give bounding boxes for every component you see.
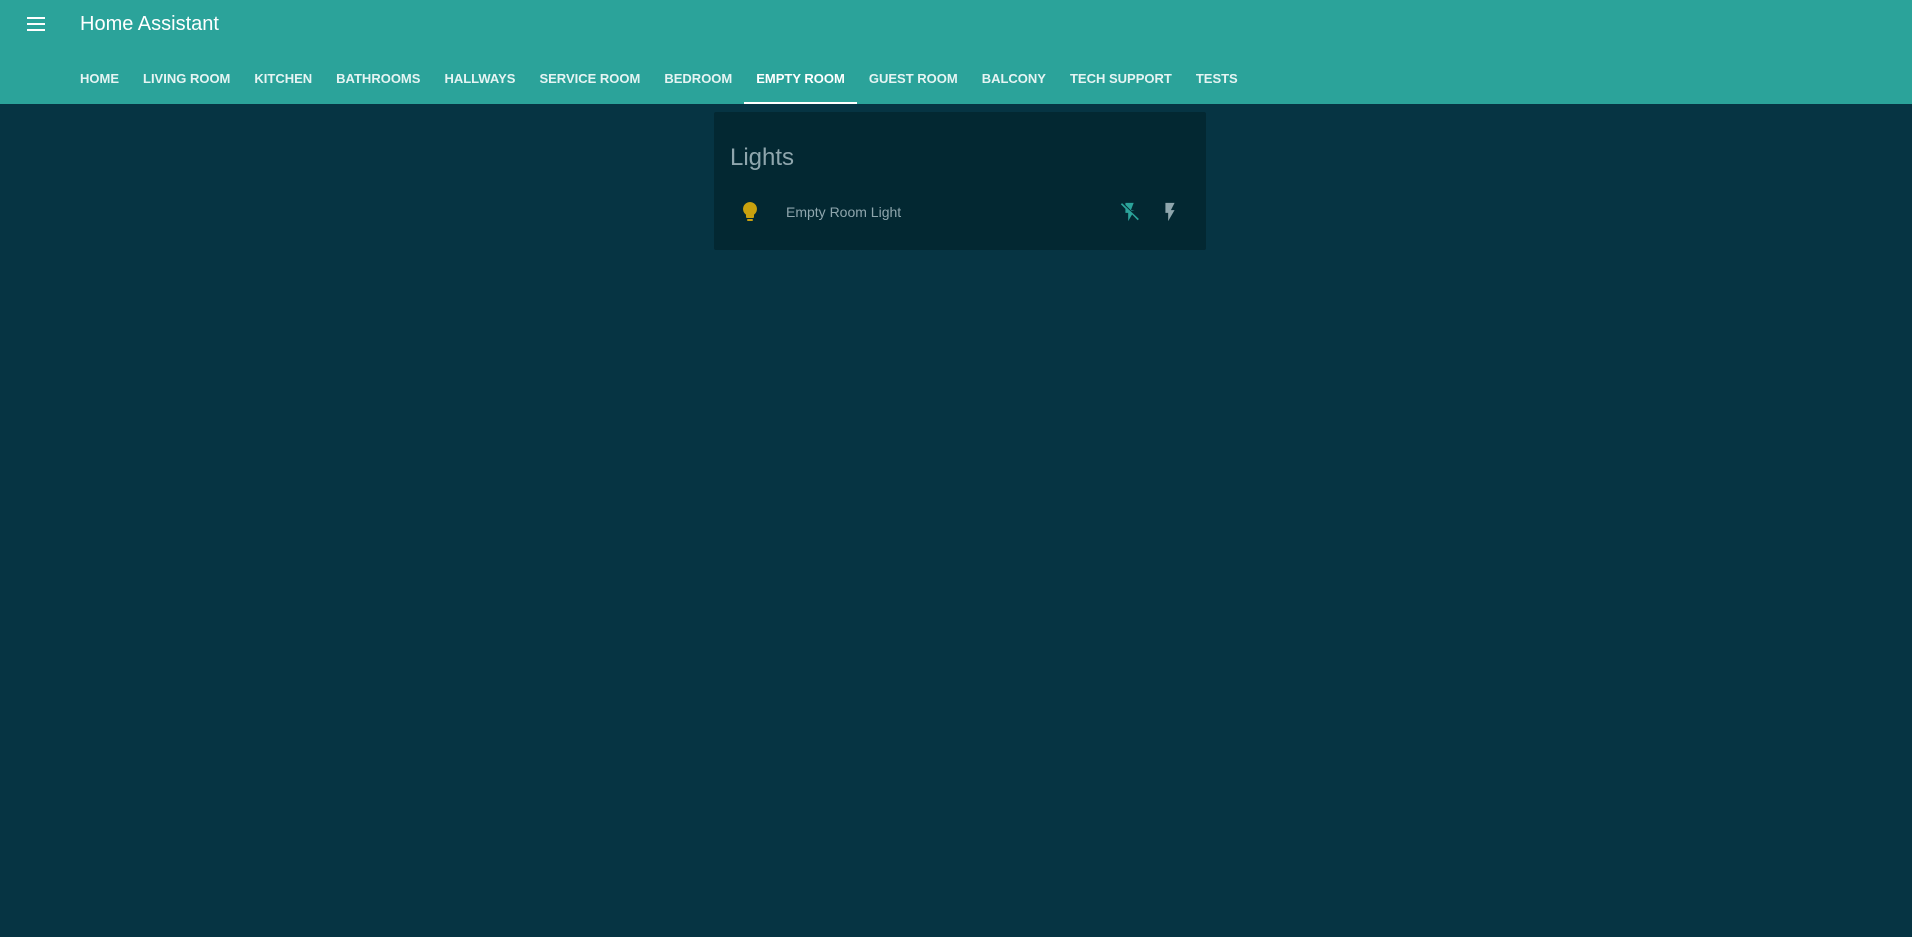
tab-guest-room[interactable]: GUEST ROOM <box>857 56 970 101</box>
tab-living-room[interactable]: LIVING ROOM <box>131 56 242 101</box>
tab-balcony[interactable]: BALCONY <box>970 56 1058 101</box>
tab-label: BEDROOM <box>664 71 733 86</box>
app-header: Home Assistant HOME LIVING ROOM KITCHEN … <box>0 0 1912 104</box>
lightbulb-icon <box>743 202 757 221</box>
entity-row-empty-room-light[interactable]: Empty Room Light <box>730 192 1190 232</box>
tab-service-room[interactable]: SERVICE ROOM <box>527 56 652 101</box>
main-content: Lights Empty Room Light <box>0 104 1912 937</box>
lights-card: Lights Empty Room Light <box>714 112 1206 250</box>
tab-hallways[interactable]: HALLWAYS <box>432 56 527 101</box>
tab-label: SERVICE ROOM <box>539 71 641 86</box>
app-title: Home Assistant <box>80 13 219 35</box>
tab-tests[interactable]: TESTS <box>1184 56 1250 101</box>
tab-bedroom[interactable]: BEDROOM <box>652 56 744 101</box>
flash-icon <box>1165 202 1175 222</box>
menu-button[interactable] <box>24 12 48 36</box>
menu-icon <box>27 17 45 31</box>
tab-label: HALLWAYS <box>444 71 516 86</box>
tab-home[interactable]: HOME <box>68 56 131 101</box>
tab-label: HOME <box>80 71 119 86</box>
tab-empty-room[interactable]: EMPTY ROOM <box>744 56 857 104</box>
tab-label: BALCONY <box>981 71 1046 86</box>
toolbar: Home Assistant <box>0 0 1912 48</box>
tab-label: EMPTY ROOM <box>756 71 845 86</box>
tab-label: TESTS <box>1195 71 1238 86</box>
entity-icon-wrapper[interactable] <box>730 192 770 232</box>
tab-label: LIVING ROOM <box>143 71 231 86</box>
tab-tech-support[interactable]: TECH SUPPORT <box>1058 56 1184 101</box>
turn-on-button[interactable] <box>1150 192 1190 232</box>
tab-label: BATHROOMS <box>336 71 421 86</box>
turn-off-button[interactable] <box>1110 192 1150 232</box>
tab-label: TECH SUPPORT <box>1069 71 1172 86</box>
tab-bathrooms[interactable]: BATHROOMS <box>324 56 432 101</box>
tab-label: KITCHEN <box>254 71 313 86</box>
card-title: Lights <box>730 144 795 171</box>
view-tabs: HOME LIVING ROOM KITCHEN BATHROOMS HALLW… <box>68 56 1250 104</box>
flash-off-icon <box>1120 202 1139 222</box>
tab-kitchen[interactable]: KITCHEN <box>242 56 324 101</box>
tab-label: GUEST ROOM <box>868 71 958 86</box>
entity-name[interactable]: Empty Room Light <box>786 204 1110 220</box>
